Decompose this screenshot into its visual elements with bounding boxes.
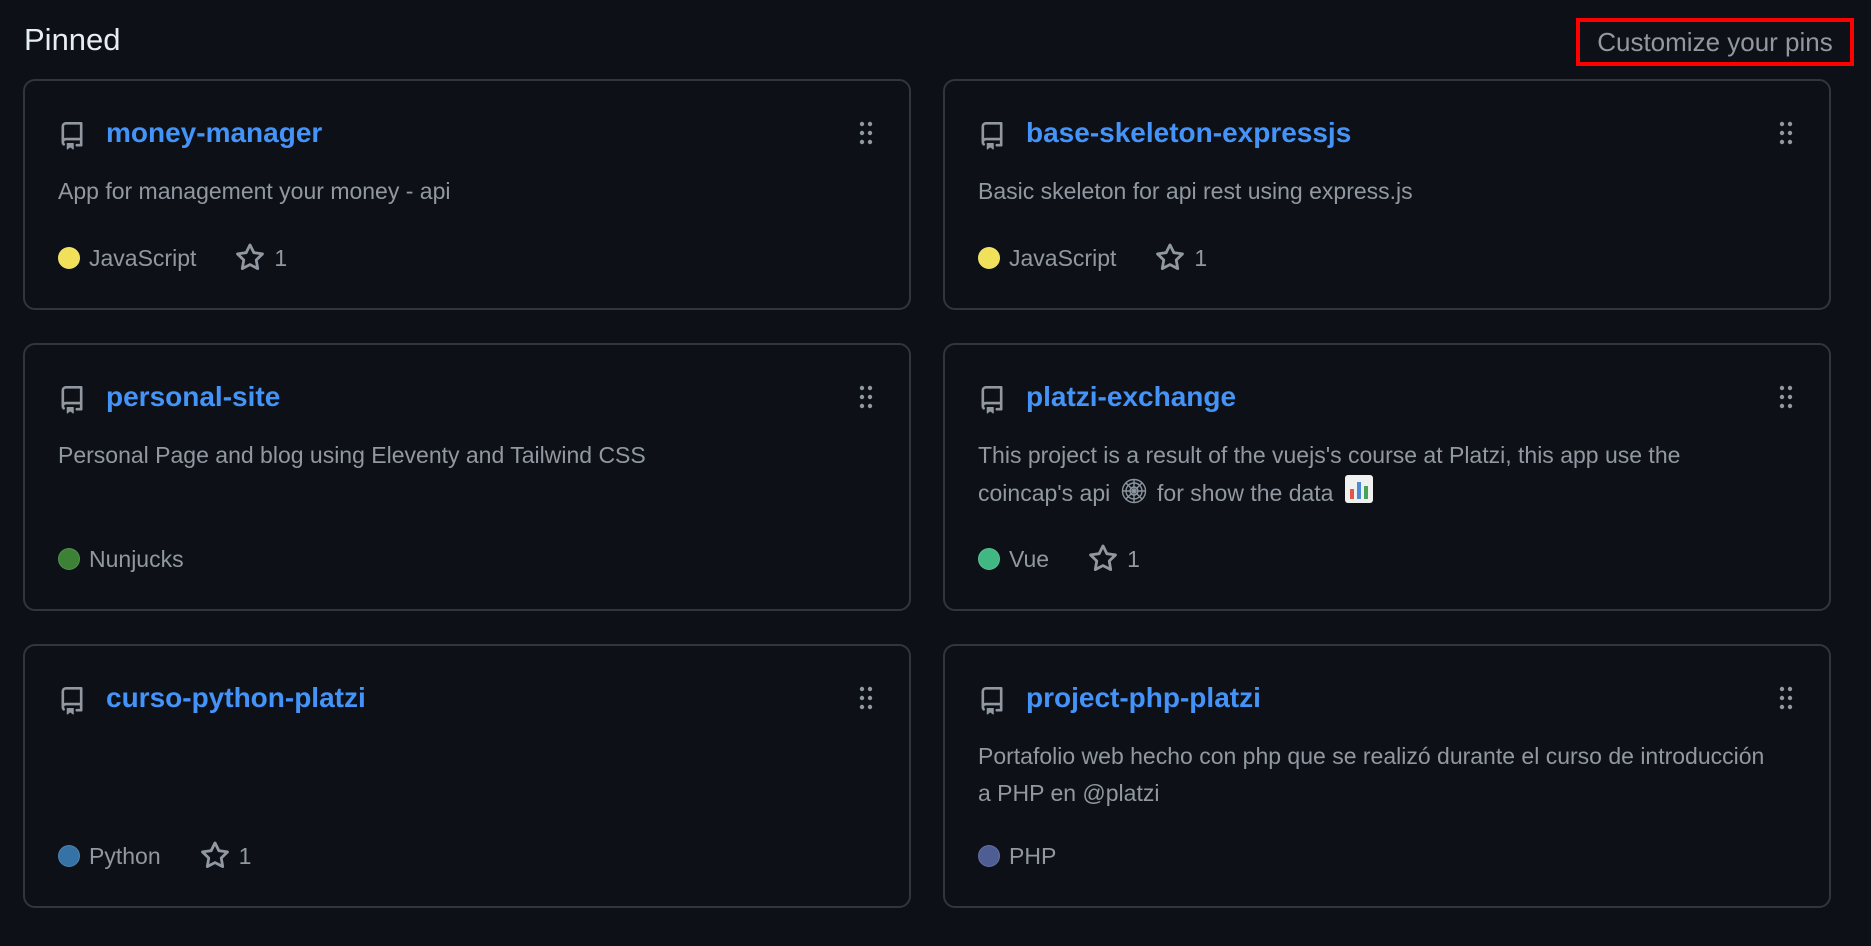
repo-language: Nunjucks bbox=[89, 545, 184, 572]
star-icon bbox=[200, 841, 229, 869]
pinned-repo-card: platzi-exchange This project is a result… bbox=[943, 343, 1831, 611]
drag-handle-icon[interactable] bbox=[859, 121, 873, 145]
language-color-dot bbox=[58, 548, 80, 570]
repo-meta: JavaScript 1 bbox=[58, 242, 287, 274]
star-icon bbox=[1089, 544, 1117, 572]
drag-handle-icon[interactable] bbox=[1779, 686, 1793, 710]
repo-name-link[interactable]: platzi-exchange bbox=[1026, 381, 1236, 413]
star-count: 1 bbox=[274, 244, 288, 271]
language-color-dot bbox=[978, 845, 1000, 867]
language-color-dot bbox=[978, 548, 1000, 570]
repo-description: App for management your money - api bbox=[58, 178, 451, 204]
repo-description: This project is a result of the vuejs's … bbox=[978, 437, 1778, 512]
repo-description-text: for show the data bbox=[1157, 480, 1334, 506]
repo-language: Vue bbox=[1009, 545, 1050, 572]
language-color-dot bbox=[58, 845, 80, 867]
repo-meta: JavaScript 1 bbox=[978, 242, 1207, 274]
repo-name-link[interactable]: personal-site bbox=[106, 381, 280, 413]
repo-meta: Python 1 bbox=[58, 840, 251, 872]
repo-meta: Nunjucks bbox=[58, 543, 184, 575]
repo-name-link[interactable]: base-skeleton-expressjs bbox=[1026, 117, 1351, 149]
repo-name-link[interactable]: project-php-platzi bbox=[1026, 682, 1261, 714]
star-count: 1 bbox=[1127, 545, 1140, 572]
repo-icon bbox=[981, 122, 1003, 150]
repo-icon bbox=[981, 687, 1003, 715]
repo-language: PHP bbox=[1009, 842, 1057, 869]
star-icon bbox=[236, 243, 265, 271]
customize-pins-button[interactable]: Customize your pins bbox=[1576, 18, 1854, 66]
repo-icon bbox=[61, 687, 83, 715]
pinned-repo-card: project-php-platzi Portafolio web hecho … bbox=[943, 644, 1831, 908]
repo-language: Python bbox=[89, 842, 161, 869]
pinned-section: Pinned Customize your pins money-manager… bbox=[0, 0, 1871, 946]
star-icon bbox=[1156, 243, 1185, 271]
spider-web-icon bbox=[1121, 478, 1146, 504]
repo-description: Portafolio web hecho con php que se real… bbox=[978, 743, 1765, 806]
stargazers-link[interactable]: 1 bbox=[1155, 243, 1207, 273]
language-color-dot bbox=[58, 247, 80, 269]
pinned-grid: money-manager App for management your mo… bbox=[23, 79, 1831, 908]
repo-language: JavaScript bbox=[89, 244, 197, 271]
pinned-repo-card: base-skeleton-expressjs Basic skeleton f… bbox=[943, 79, 1831, 310]
pinned-repo-card: personal-site Personal Page and blog usi… bbox=[23, 343, 911, 611]
stargazers-link[interactable]: 1 bbox=[235, 243, 287, 273]
repo-icon bbox=[61, 122, 83, 150]
repo-meta: Vue 1 bbox=[978, 543, 1140, 575]
repo-description: Personal Page and blog using Eleventy an… bbox=[58, 442, 646, 468]
bar-chart-icon bbox=[1344, 475, 1373, 503]
stargazers-link[interactable]: 1 bbox=[1088, 544, 1140, 574]
drag-handle-icon[interactable] bbox=[1779, 385, 1793, 409]
repo-icon bbox=[61, 386, 83, 414]
language-color-dot bbox=[978, 247, 1000, 269]
repo-name-link[interactable]: money-manager bbox=[106, 117, 322, 149]
repo-meta: PHP bbox=[978, 840, 1056, 872]
stargazers-link[interactable]: 1 bbox=[200, 841, 252, 871]
repo-description: Basic skeleton for api rest using expres… bbox=[978, 178, 1413, 204]
repo-language: JavaScript bbox=[1009, 244, 1117, 271]
drag-handle-icon[interactable] bbox=[1779, 121, 1793, 145]
star-count: 1 bbox=[1194, 244, 1208, 271]
repo-icon bbox=[981, 386, 1003, 414]
repo-name-link[interactable]: curso-python-platzi bbox=[106, 682, 366, 714]
section-title: Pinned bbox=[24, 22, 121, 57]
drag-handle-icon[interactable] bbox=[859, 385, 873, 409]
pinned-repo-card: money-manager App for management your mo… bbox=[23, 79, 911, 310]
pinned-header: Pinned Customize your pins bbox=[24, 0, 1854, 78]
star-count: 1 bbox=[238, 842, 252, 869]
pinned-repo-card: curso-python-platzi Python 1 bbox=[23, 644, 911, 908]
drag-handle-icon[interactable] bbox=[859, 686, 873, 710]
